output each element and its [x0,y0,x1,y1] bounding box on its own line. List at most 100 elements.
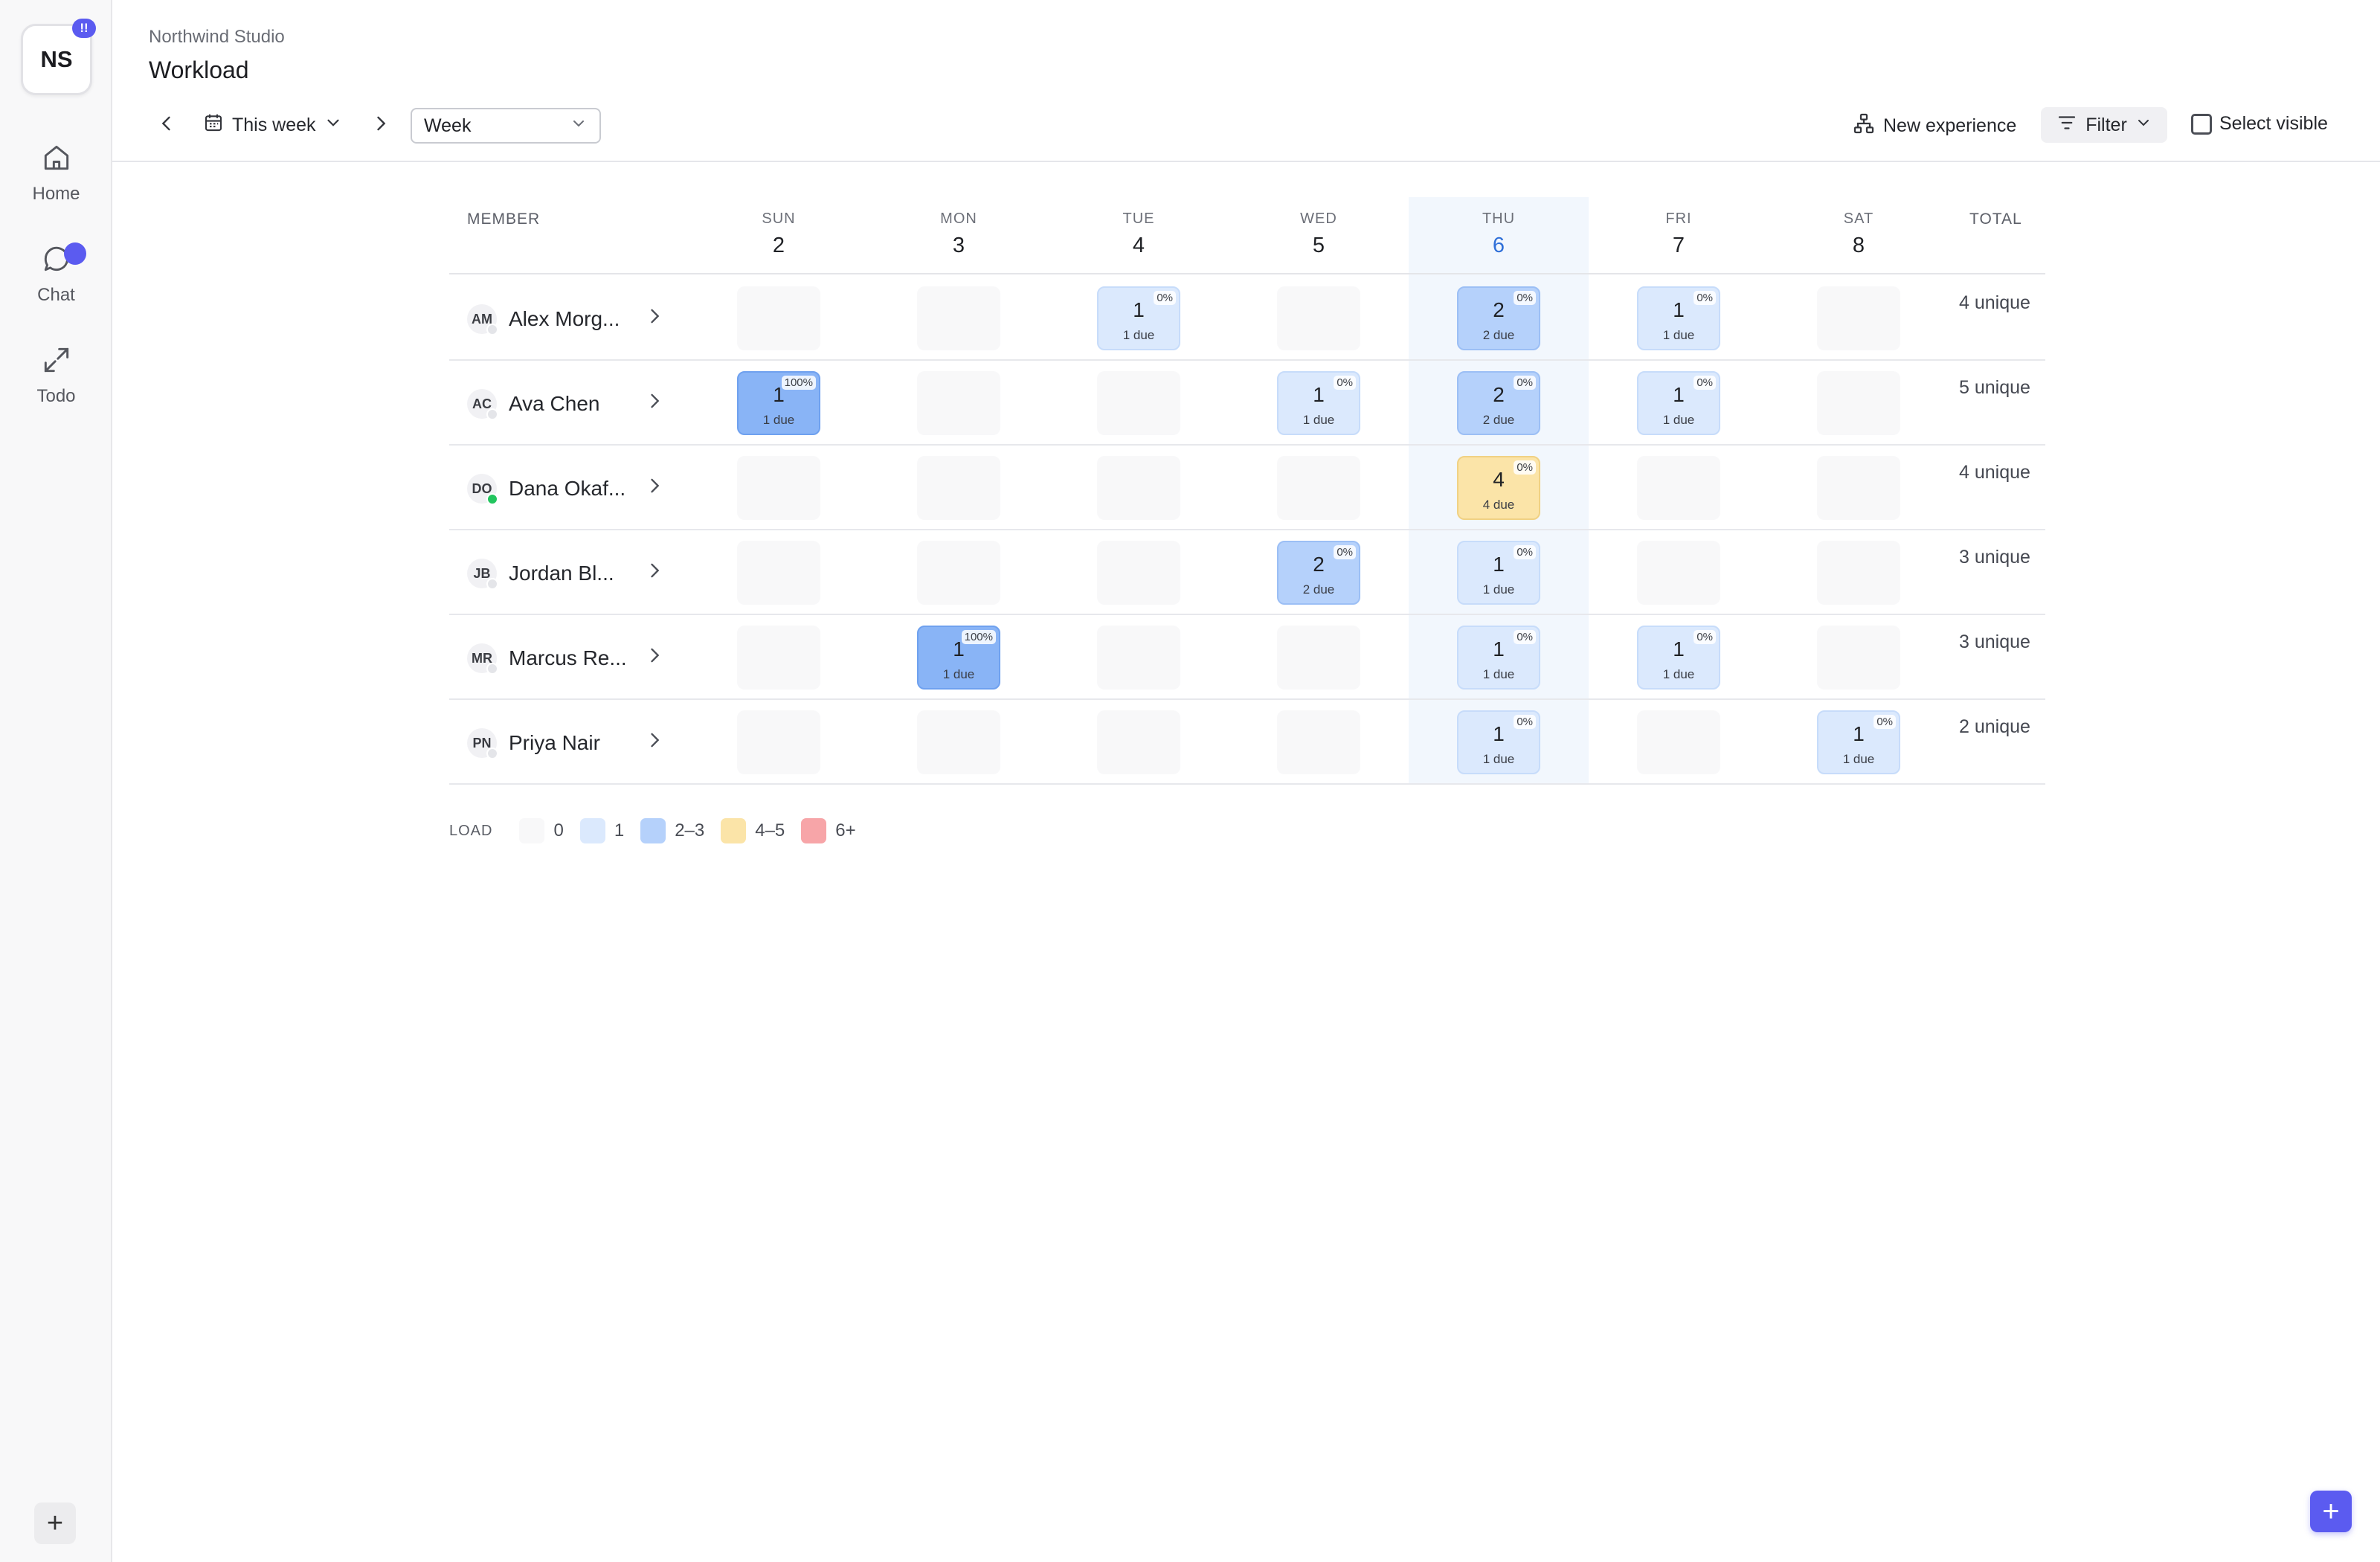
workload-cell-empty[interactable] [737,710,820,774]
workload-cell[interactable]: 0% 1 1 due [1457,626,1540,690]
workload-cell-empty[interactable] [737,626,820,690]
legend-label: 4–5 [755,820,785,841]
workload-cell-empty[interactable] [1637,456,1720,520]
expand-member-button[interactable] [644,475,665,500]
workload-cell[interactable]: 0% 2 2 due [1457,371,1540,435]
due-count: 2 due [1302,582,1335,597]
workload-cell-empty[interactable] [917,286,1000,350]
load-legend: LOAD 0 1 2–3 4–5 6+ [449,818,856,843]
workload-cell-empty[interactable] [1097,541,1180,605]
workload-cell-empty[interactable] [1817,286,1900,350]
workload-cell-empty[interactable] [1817,456,1900,520]
workload-cell-empty[interactable] [1637,710,1720,774]
member-name: Jordan Bl... [509,562,614,585]
legend-swatch [519,818,545,843]
filter-button[interactable]: Filter [2041,107,2167,143]
workload-cell[interactable]: 0% 1 1 due [1457,541,1540,605]
legend-item: 6+ [801,818,856,843]
workload-cell[interactable]: 100% 1 1 due [737,371,820,435]
expand-member-button[interactable] [644,390,665,415]
workload-cell-empty[interactable] [1097,710,1180,774]
sidebar-add-button[interactable]: + [34,1502,76,1544]
workload-cell-empty[interactable] [1277,710,1360,774]
workspace-switcher[interactable]: NS !! [21,19,96,95]
next-period-button[interactable] [370,113,391,139]
workload-cell[interactable]: 0% 1 1 due [1277,371,1360,435]
sidebar-item-label: Todo [36,386,76,406]
member-name: Priya Nair [509,731,600,754]
workload-cell-empty[interactable] [1097,626,1180,690]
new-experience-button[interactable]: New experience [1852,112,2016,141]
chat-unread-dot [64,242,86,265]
chevron-right-icon [370,113,391,139]
view-select[interactable]: Week [411,108,601,144]
expand-member-button[interactable] [644,730,665,754]
sidebar-item-label: Home [32,184,80,204]
day-of-week: SAT [1843,210,1874,227]
presence-indicator [486,408,498,420]
add-button[interactable]: + [2310,1491,2352,1532]
expand-member-button[interactable] [644,645,665,669]
presence-indicator [486,324,498,335]
sidebar-item-todo[interactable]: Todo [0,344,112,407]
workload-cell[interactable]: 0% 4 4 due [1457,456,1540,520]
workload-cell-empty[interactable] [1817,626,1900,690]
workload-cell[interactable]: 0% 1 1 due [1637,286,1720,350]
workload-cell-empty[interactable] [917,710,1000,774]
table-row: PN Priya Nair 2 unique 0% 1 1 due 0% 1 1 due [449,700,2045,785]
select-visible-checkbox[interactable] [2191,113,2212,135]
day-number: 4 [1132,234,1145,257]
workload-cell-empty[interactable] [917,541,1000,605]
sidebar-item-chat[interactable]: Chat [0,242,112,306]
workload-cell-empty[interactable] [917,456,1000,520]
select-visible-toggle[interactable]: Select visible [2191,113,2328,135]
workload-cell-empty[interactable] [1817,541,1900,605]
workspace-badge: !! [72,19,96,38]
workload-cell-empty[interactable] [1817,371,1900,435]
task-count: 1 [1493,722,1505,745]
workload-cell-empty[interactable] [737,541,820,605]
workload-cell-empty[interactable] [1097,371,1180,435]
due-count: 2 due [1482,328,1515,342]
due-count: 1 due [1482,752,1515,766]
chevron-right-icon [644,648,665,669]
workload-cell[interactable]: 0% 1 1 due [1457,710,1540,774]
due-count: 1 due [1662,328,1695,342]
avatar: PN [467,728,498,759]
workload-cell-empty[interactable] [1277,456,1360,520]
chevron-left-icon [156,113,177,139]
total-column-header: TOTAL [1969,210,2022,228]
workload-cell-empty[interactable] [917,371,1000,435]
sidebar-item-label: Chat [37,285,75,305]
workload-cell[interactable]: 0% 1 1 due [1637,371,1720,435]
table-row: AC Ava Chen 5 unique 100% 1 1 due 0% 1 1 due 0% 2 2… [449,361,2045,446]
workload-cell-empty[interactable] [1097,456,1180,520]
workload-cell[interactable]: 0% 1 1 due [1637,626,1720,690]
workload-cell[interactable]: 100% 1 1 due [917,626,1000,690]
legend-label: 1 [614,820,625,841]
day-header-fri: FRI 7 [1589,210,1769,258]
workload-cell-empty[interactable] [1277,286,1360,350]
home-icon [40,141,73,178]
prev-period-button[interactable] [156,113,177,139]
sidebar-item-home[interactable]: Home [0,141,112,205]
expand-member-button[interactable] [644,560,665,585]
due-count: 1 due [762,413,795,427]
chevron-right-icon [644,563,665,584]
workload-cell-empty[interactable] [1637,541,1720,605]
workload-cell[interactable]: 0% 1 1 due [1097,286,1180,350]
task-count: 2 [1313,553,1325,576]
workload-cell-empty[interactable] [737,286,820,350]
task-count: 2 [1493,383,1505,406]
workload-cell-empty[interactable] [737,456,820,520]
expand-member-button[interactable] [644,306,665,330]
workload-cell[interactable]: 0% 2 2 due [1277,541,1360,605]
legend-swatch [579,818,605,843]
workload-cell[interactable]: 0% 1 1 due [1817,710,1900,774]
view-select-value: Week [424,115,472,136]
date-range-picker[interactable]: This week [202,112,343,139]
workload-cell[interactable]: 0% 2 2 due [1457,286,1540,350]
presence-indicator [486,493,498,505]
day-of-week: TUE [1122,210,1155,227]
workload-cell-empty[interactable] [1277,626,1360,690]
